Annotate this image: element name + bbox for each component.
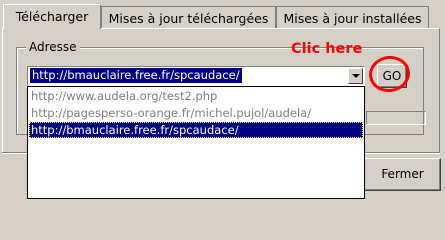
dropdown-option[interactable]: http://www.audela.org/test2.php (29, 88, 363, 104)
progress-strip (366, 111, 426, 125)
address-dropdown-list[interactable]: http://www.audela.org/test2.php http://p… (27, 86, 365, 199)
address-combobox-value: http://bmauclaire.free.fr/spcaudace/ (30, 68, 242, 83)
dropdown-option-selected[interactable]: http://bmauclaire.free.fr/spcaudace/ (29, 122, 363, 138)
dropdown-arrow-icon[interactable] (348, 68, 363, 84)
fermer-button[interactable]: Fermer (364, 158, 441, 191)
tab-telecharger[interactable]: Télécharger (3, 4, 101, 29)
tab-mises-a-jour-installees[interactable]: Mises à jour installées (276, 6, 429, 28)
tab-mises-a-jour-telechargees[interactable]: Mises à jour téléchargées (101, 6, 276, 28)
address-group-label: Adresse (26, 40, 80, 54)
address-combobox[interactable]: http://bmauclaire.free.fr/spcaudace/ (27, 66, 365, 86)
clic-here-annotation: Clic here (291, 41, 363, 57)
go-button[interactable]: GO (377, 64, 407, 88)
dropdown-option[interactable]: http://pagesperso-orange.fr/michel.pujol… (29, 105, 363, 121)
